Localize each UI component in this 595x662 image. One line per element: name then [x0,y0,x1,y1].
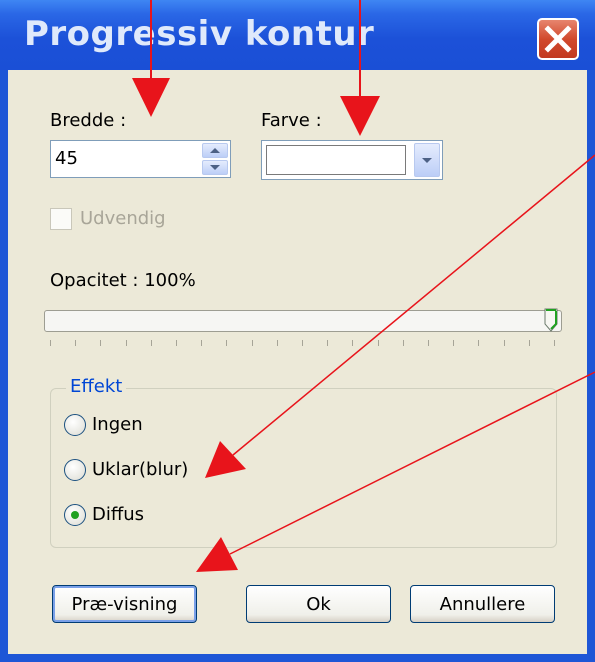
spin-buttons [202,143,228,175]
close-button[interactable] [537,18,579,60]
preview-button[interactable]: Præ-visning [52,585,197,623]
slider-tick [402,340,404,346]
window-bottom-border [0,654,595,662]
radio-diffuse-label: Diffus [92,504,145,525]
slider-tick [201,340,203,346]
chevron-up-icon [210,148,220,153]
radio-selected-dot [71,511,79,519]
color-swatch [266,145,406,175]
slider-tick [125,340,127,346]
opacity-label: Opacitet : 100% [50,270,196,291]
color-dropdown[interactable] [261,140,443,180]
outside-label: Udvendig [80,208,166,229]
decrement-button[interactable] [202,160,228,175]
close-icon [544,25,572,53]
slider-ticks [44,340,562,350]
width-input[interactable]: 45 [55,148,78,169]
slider-tick [100,340,102,346]
dialog-body: Bredde : 45 Farve : Udvendig Opacitet: … [8,70,587,654]
effect-legend: Effekt [66,376,127,397]
color-label: Farve : [261,110,322,131]
slider-thumb[interactable] [544,308,558,332]
slider-tick [176,340,177,346]
window-title: Progressiv kontur [24,14,375,54]
slider-tick [478,340,480,346]
slider-tick [251,340,253,346]
dialog-window: Progressiv kontur Bredde : 45 Farve : Ud… [0,0,595,662]
ok-button[interactable]: Ok [246,585,391,623]
radio-none[interactable] [64,414,86,436]
chevron-down-icon [210,165,220,170]
slider-tick [528,340,530,346]
opacity-slider-track[interactable] [44,310,562,332]
radio-diffuse[interactable] [64,504,86,526]
radio-blur[interactable] [64,459,86,481]
cancel-button[interactable]: Annullere [410,585,555,623]
title-bar[interactable]: Progressiv kontur [0,0,595,70]
increment-button[interactable] [202,143,228,158]
slider-tick [503,340,505,346]
slider-tick [428,340,429,346]
slider-tick [75,340,77,346]
width-stepper[interactable]: 45 [50,140,231,178]
slider-tick [226,340,228,346]
dropdown-button[interactable] [414,143,440,177]
slider-tick [327,340,329,346]
slider-tick [150,340,152,346]
outside-checkbox[interactable] [50,208,72,230]
chevron-down-icon [422,157,432,163]
radio-blur-label: Uklar(blur) [92,459,189,480]
slider-tick [276,340,278,346]
slider-tick [554,340,555,346]
slider-tick [352,340,354,346]
slider-tick [377,340,379,346]
slider-tick [453,340,455,346]
slider-tick [302,340,303,346]
slider-tick [50,340,51,346]
width-label: Bredde : [50,110,127,131]
radio-none-label: Ingen [92,414,143,435]
